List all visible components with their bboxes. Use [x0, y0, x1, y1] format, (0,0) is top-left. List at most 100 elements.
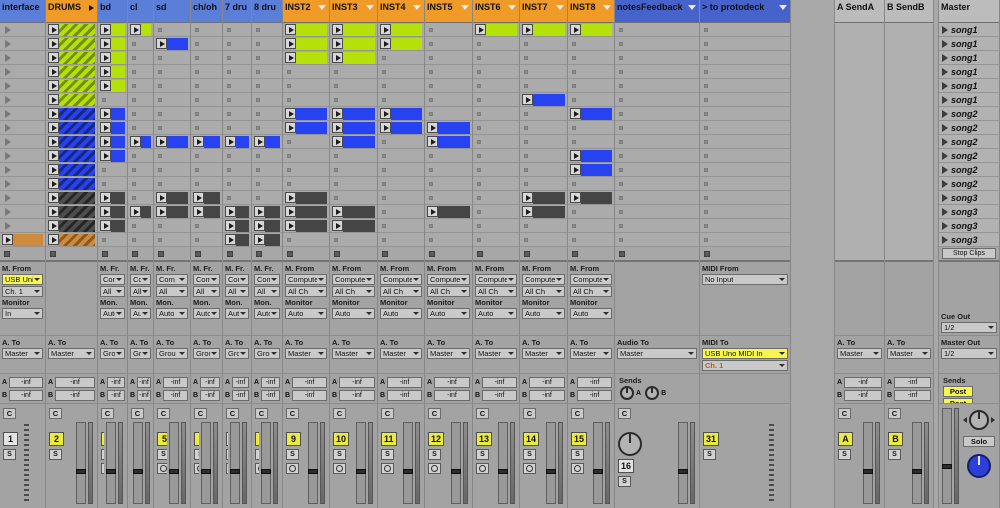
fader-handle[interactable] — [261, 469, 271, 474]
clip-slot[interactable] — [154, 219, 190, 233]
clip-body[interactable] — [265, 220, 280, 232]
empty-slot-square[interactable] — [704, 168, 708, 172]
empty-slot-square[interactable] — [619, 210, 623, 214]
clip[interactable] — [285, 108, 327, 120]
track-header[interactable]: > to protodeck — [700, 0, 790, 23]
empty-slot-play-icon[interactable] — [5, 68, 11, 76]
empty-slot-play-icon[interactable] — [5, 40, 11, 48]
clip-play-button[interactable] — [285, 108, 296, 119]
output-select[interactable]: Master — [332, 348, 375, 359]
clip-body[interactable] — [391, 38, 422, 50]
clip-slot[interactable] — [615, 51, 699, 65]
clip-slot[interactable] — [98, 163, 127, 177]
empty-slot-square[interactable] — [132, 224, 136, 228]
empty-slot-square[interactable] — [704, 196, 708, 200]
crossfade-assign-button[interactable]: C — [194, 408, 207, 419]
pan-knob[interactable] — [618, 432, 642, 456]
monitor-select[interactable]: Auto — [285, 308, 327, 319]
output-select[interactable]: Master — [427, 348, 470, 359]
empty-slot-square[interactable] — [132, 126, 136, 130]
clip-slot[interactable] — [568, 121, 614, 135]
clip-slot[interactable] — [568, 93, 614, 107]
clip-play-button[interactable] — [380, 38, 391, 49]
track-header[interactable]: 8 dru — [252, 0, 282, 23]
clip-body[interactable] — [59, 80, 95, 92]
clip-slot[interactable] — [330, 93, 377, 107]
clip[interactable] — [225, 234, 249, 246]
empty-slot-play-icon[interactable] — [5, 138, 11, 146]
clip-slot[interactable] — [154, 205, 190, 219]
clip-slot[interactable] — [252, 163, 282, 177]
clip-play-button[interactable] — [48, 192, 59, 203]
clip-play-button[interactable] — [254, 206, 265, 217]
clip-slot[interactable] — [700, 177, 790, 191]
fader-handle[interactable] — [498, 469, 508, 474]
input-channel-select[interactable]: All Ch — [522, 286, 565, 297]
clip[interactable] — [130, 24, 151, 36]
clip-play-button[interactable] — [48, 220, 59, 231]
empty-slot-square[interactable] — [704, 238, 708, 242]
scene-slot[interactable]: song2 — [939, 163, 999, 177]
clip-slot[interactable] — [223, 65, 251, 79]
solo-button[interactable]: S — [255, 449, 259, 460]
clip-body[interactable] — [343, 24, 375, 36]
clip[interactable] — [100, 136, 125, 148]
input-channel-select[interactable]: All — [193, 286, 220, 297]
volume-fader[interactable] — [169, 422, 179, 504]
empty-slot-square[interactable] — [704, 42, 708, 46]
clip[interactable] — [522, 206, 565, 218]
clip-stop-button[interactable] — [287, 251, 293, 257]
empty-slot-square[interactable] — [572, 84, 576, 88]
clip-slot[interactable] — [46, 37, 97, 51]
send-amount[interactable]: -inf — [9, 390, 43, 401]
empty-slot-square[interactable] — [195, 182, 199, 186]
empty-slot-square[interactable] — [477, 56, 481, 60]
clip[interactable] — [100, 150, 125, 162]
clip-slot[interactable] — [568, 219, 614, 233]
clip-play-button[interactable] — [332, 52, 343, 63]
clip[interactable] — [254, 234, 280, 246]
track-header[interactable]: 7 dru — [223, 0, 251, 23]
clip-body[interactable] — [296, 108, 327, 120]
clip-slot[interactable] — [98, 93, 127, 107]
clip-body[interactable] — [59, 38, 95, 50]
empty-slot-square[interactable] — [572, 98, 576, 102]
clip-play-button[interactable] — [285, 52, 296, 63]
crossfade-assign-button[interactable]: C — [286, 408, 299, 419]
clip-slot[interactable] — [473, 219, 519, 233]
track-activator-number-button[interactable]: 2 — [49, 432, 64, 446]
crossfade-assign-button[interactable]: C — [49, 408, 62, 419]
scene-play-icon[interactable] — [942, 222, 948, 230]
clip-slot[interactable] — [0, 79, 45, 93]
track-header[interactable]: Master — [939, 0, 999, 23]
empty-slot-square[interactable] — [524, 56, 528, 60]
clip-slot[interactable] — [473, 135, 519, 149]
clip-slot[interactable] — [128, 79, 153, 93]
clip-slot[interactable] — [425, 65, 472, 79]
empty-slot-square[interactable] — [287, 98, 291, 102]
empty-slot-square[interactable] — [334, 70, 338, 74]
empty-slot-square[interactable] — [227, 70, 231, 74]
monitor-select[interactable]: Auto — [475, 308, 517, 319]
track-header[interactable]: A SendA — [835, 0, 884, 23]
solo-button[interactable]: S — [226, 449, 228, 460]
clip-slot[interactable] — [0, 135, 45, 149]
arm-button[interactable] — [428, 463, 441, 474]
clip-slot[interactable] — [425, 163, 472, 177]
empty-slot-square[interactable] — [524, 238, 528, 242]
clip-slot[interactable] — [615, 37, 699, 51]
clip-body[interactable] — [296, 38, 327, 50]
empty-slot-square[interactable] — [524, 126, 528, 130]
input-select[interactable]: Compute — [475, 274, 517, 285]
empty-slot-square[interactable] — [524, 84, 528, 88]
clip-slot[interactable] — [46, 149, 97, 163]
clip-slot[interactable] — [425, 219, 472, 233]
monitor-select[interactable]: Auto — [225, 308, 249, 319]
monitor-select[interactable]: Auto — [130, 308, 151, 319]
clip-slot[interactable] — [252, 23, 282, 37]
clip-body[interactable] — [111, 206, 125, 218]
clip-slot[interactable] — [378, 37, 424, 51]
clip-slot[interactable] — [0, 23, 45, 37]
clip-play-button[interactable] — [225, 234, 236, 245]
fader-handle[interactable] — [403, 469, 413, 474]
